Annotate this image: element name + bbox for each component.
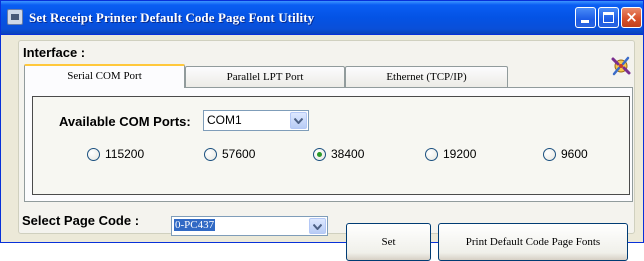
com-port-dropdown-button[interactable] bbox=[290, 112, 307, 129]
baud-label: 57600 bbox=[222, 147, 256, 161]
tab-ethernet-tcpip[interactable]: Ethernet (TCP/IP) bbox=[345, 66, 508, 87]
baud-radio-9600[interactable]: 9600 bbox=[543, 146, 588, 162]
radio-checked-icon bbox=[313, 147, 326, 161]
tab-parallel-lpt-port[interactable]: Parallel LPT Port bbox=[185, 66, 345, 87]
maximize-icon bbox=[603, 12, 614, 23]
page-code-value: 0-PC437 bbox=[174, 219, 216, 231]
client-area: Interface : Serial COM Port Parallel LPT… bbox=[1, 35, 643, 261]
com-ports-label: Available COM Ports: bbox=[59, 114, 191, 129]
set-button[interactable]: Set bbox=[346, 223, 431, 261]
chevron-down-icon bbox=[294, 118, 303, 124]
baud-radio-38400[interactable]: 38400 bbox=[313, 146, 364, 162]
com-port-value: COM1 bbox=[207, 113, 242, 127]
baud-label: 38400 bbox=[331, 147, 365, 161]
close-icon: × bbox=[625, 8, 638, 26]
tab-serial-com-port[interactable]: Serial COM Port bbox=[24, 64, 185, 88]
print-default-fonts-button[interactable]: Print Default Code Page Fonts bbox=[438, 223, 628, 261]
baud-label: 19200 bbox=[443, 147, 477, 161]
baud-label: 115200 bbox=[105, 147, 145, 161]
title-bar[interactable]: Set Receipt Printer Default Code Page Fo… bbox=[1, 1, 643, 35]
page-code-dropdown-button[interactable] bbox=[309, 218, 326, 234]
radio-icon bbox=[204, 147, 217, 161]
tools-icon[interactable] bbox=[610, 55, 632, 77]
radio-icon bbox=[425, 147, 438, 161]
baud-radio-57600[interactable]: 57600 bbox=[204, 146, 255, 162]
com-port-select[interactable]: COM1 bbox=[203, 110, 309, 131]
baud-label: 9600 bbox=[561, 147, 588, 161]
minimize-button[interactable] bbox=[575, 7, 596, 28]
radio-icon bbox=[87, 147, 100, 161]
app-window: Set Receipt Printer Default Code Page Fo… bbox=[0, 0, 644, 261]
printer-app-icon[interactable] bbox=[7, 9, 23, 25]
window-title: Set Receipt Printer Default Code Page Fo… bbox=[29, 10, 315, 25]
chevron-down-icon bbox=[313, 224, 322, 230]
minimize-icon bbox=[581, 20, 589, 23]
page-code-select[interactable]: 0-PC437 bbox=[171, 216, 328, 236]
interface-label: Interface : bbox=[23, 45, 86, 60]
page-code-label: Select Page Code : bbox=[22, 213, 140, 228]
close-button[interactable]: × bbox=[621, 7, 642, 28]
maximize-button[interactable] bbox=[598, 7, 619, 28]
baud-radio-19200[interactable]: 19200 bbox=[425, 146, 476, 162]
radio-icon bbox=[543, 147, 556, 161]
baud-radio-115200[interactable]: 115200 bbox=[87, 146, 144, 162]
